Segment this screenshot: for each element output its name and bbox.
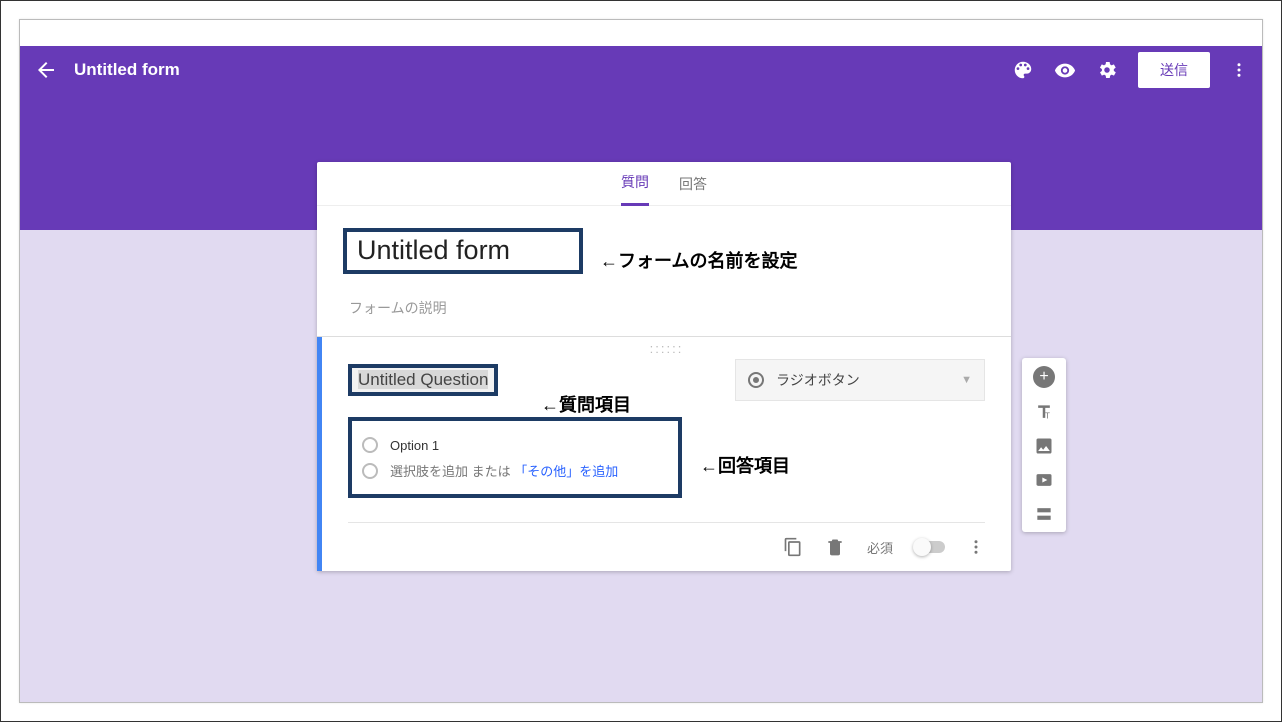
tab-questions[interactable]: 質問: [621, 162, 649, 206]
add-option-button[interactable]: 選択肢を追加 または 「その他」を追加: [390, 461, 618, 480]
question-title-input[interactable]: Untitled Question: [358, 370, 488, 389]
annotation-form-title: ←フォームの名前を設定: [600, 247, 797, 273]
more-vert-icon[interactable]: [1230, 61, 1248, 79]
add-image-icon[interactable]: [1034, 436, 1054, 456]
add-title-icon[interactable]: T: [1034, 402, 1054, 422]
required-label: 必須: [867, 538, 893, 557]
add-question-button[interactable]: +: [1033, 366, 1055, 388]
send-button[interactable]: 送信: [1138, 52, 1210, 88]
palette-icon[interactable]: [1012, 59, 1034, 81]
form-title-highlight: Untitled form: [343, 228, 583, 274]
add-other-button[interactable]: 「その他」を追加: [514, 464, 618, 479]
duplicate-icon[interactable]: [783, 537, 803, 557]
question-title-highlight: Untitled Question: [348, 364, 498, 396]
form-card: 質問 回答 Untitled form フォームの説明 :::::: Untit…: [317, 162, 1011, 571]
form-title-input[interactable]: Untitled form: [357, 235, 510, 265]
annotation-answer: ←回答項目: [700, 452, 790, 478]
document-title[interactable]: Untitled form: [74, 60, 180, 80]
question-type-select[interactable]: ラジオボタン ▼: [735, 359, 985, 401]
radio-outline-icon: [362, 437, 378, 453]
options-highlight: Option 1 選択肢を追加 または 「その他」を追加: [348, 417, 682, 498]
drag-handle-icon[interactable]: ::::::: [650, 341, 684, 356]
question-card: :::::: Untitled Question ラジオボタン ▼ Option…: [317, 337, 1011, 571]
radio-outline-icon: [362, 463, 378, 479]
settings-icon[interactable]: [1096, 59, 1118, 81]
radio-icon: [748, 372, 764, 388]
add-section-icon[interactable]: [1034, 504, 1054, 524]
side-toolbar: + T: [1022, 358, 1066, 532]
form-description-input[interactable]: フォームの説明: [349, 298, 985, 318]
back-arrow-icon[interactable]: [34, 58, 58, 82]
option-label[interactable]: Option 1: [390, 438, 439, 453]
chevron-down-icon: ▼: [961, 374, 972, 386]
required-toggle[interactable]: [915, 541, 945, 553]
preview-icon[interactable]: [1054, 59, 1076, 81]
option-row[interactable]: Option 1: [362, 437, 668, 453]
svg-text:T: T: [1045, 411, 1050, 421]
add-video-icon[interactable]: [1034, 470, 1054, 490]
tab-responses[interactable]: 回答: [679, 162, 707, 206]
question-type-label: ラジオボタン: [776, 370, 860, 390]
delete-icon[interactable]: [825, 537, 845, 557]
annotation-question-title: ←質問項目: [541, 391, 631, 417]
question-more-icon[interactable]: [967, 538, 985, 556]
